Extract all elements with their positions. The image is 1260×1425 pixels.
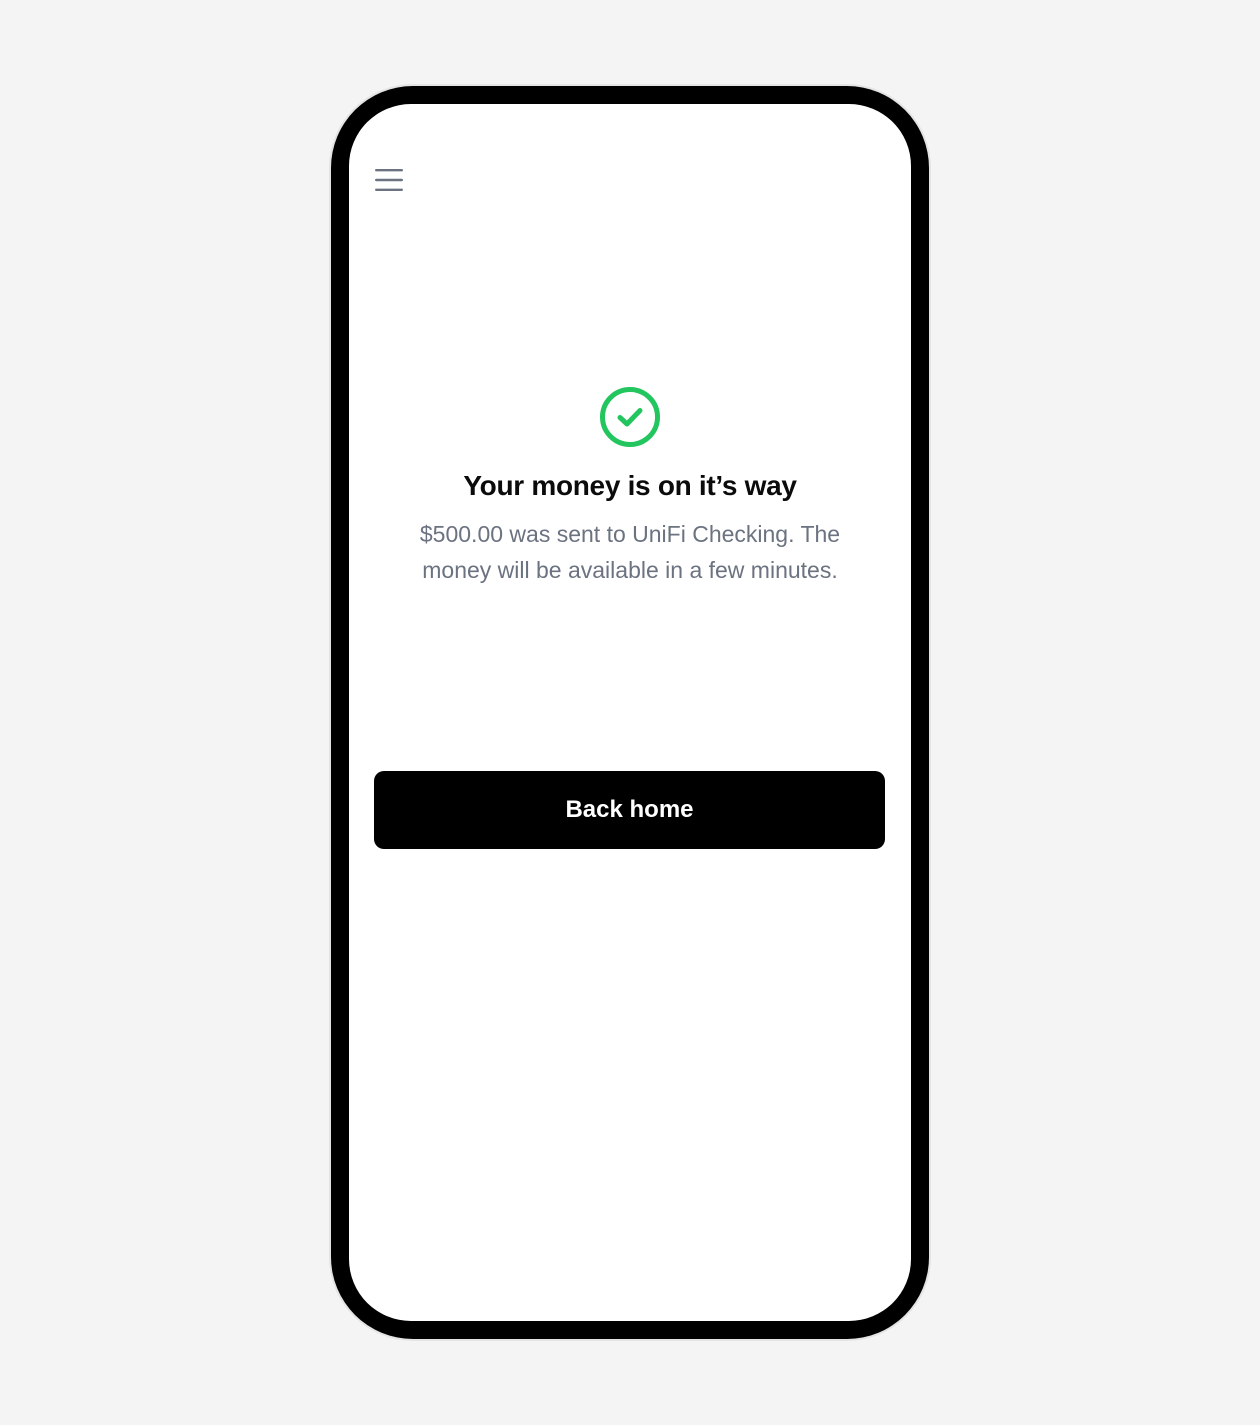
confirmation-message: $500.00 was sent to UniFi Checking. The … [419,521,841,583]
confirmation-panel: Your money is on it’s way $500.00 was se… [349,386,911,588]
menu-button[interactable] [371,164,407,196]
hamburger-menu-icon [375,169,403,191]
check-circle-icon [600,387,660,447]
app-screen: Your money is on it’s way $500.00 was se… [349,104,911,1321]
confirmation-title: Your money is on it’s way [463,470,797,501]
back-home-button[interactable]: Back home [374,771,885,849]
device-frame: Your money is on it’s way $500.00 was se… [331,86,929,1339]
